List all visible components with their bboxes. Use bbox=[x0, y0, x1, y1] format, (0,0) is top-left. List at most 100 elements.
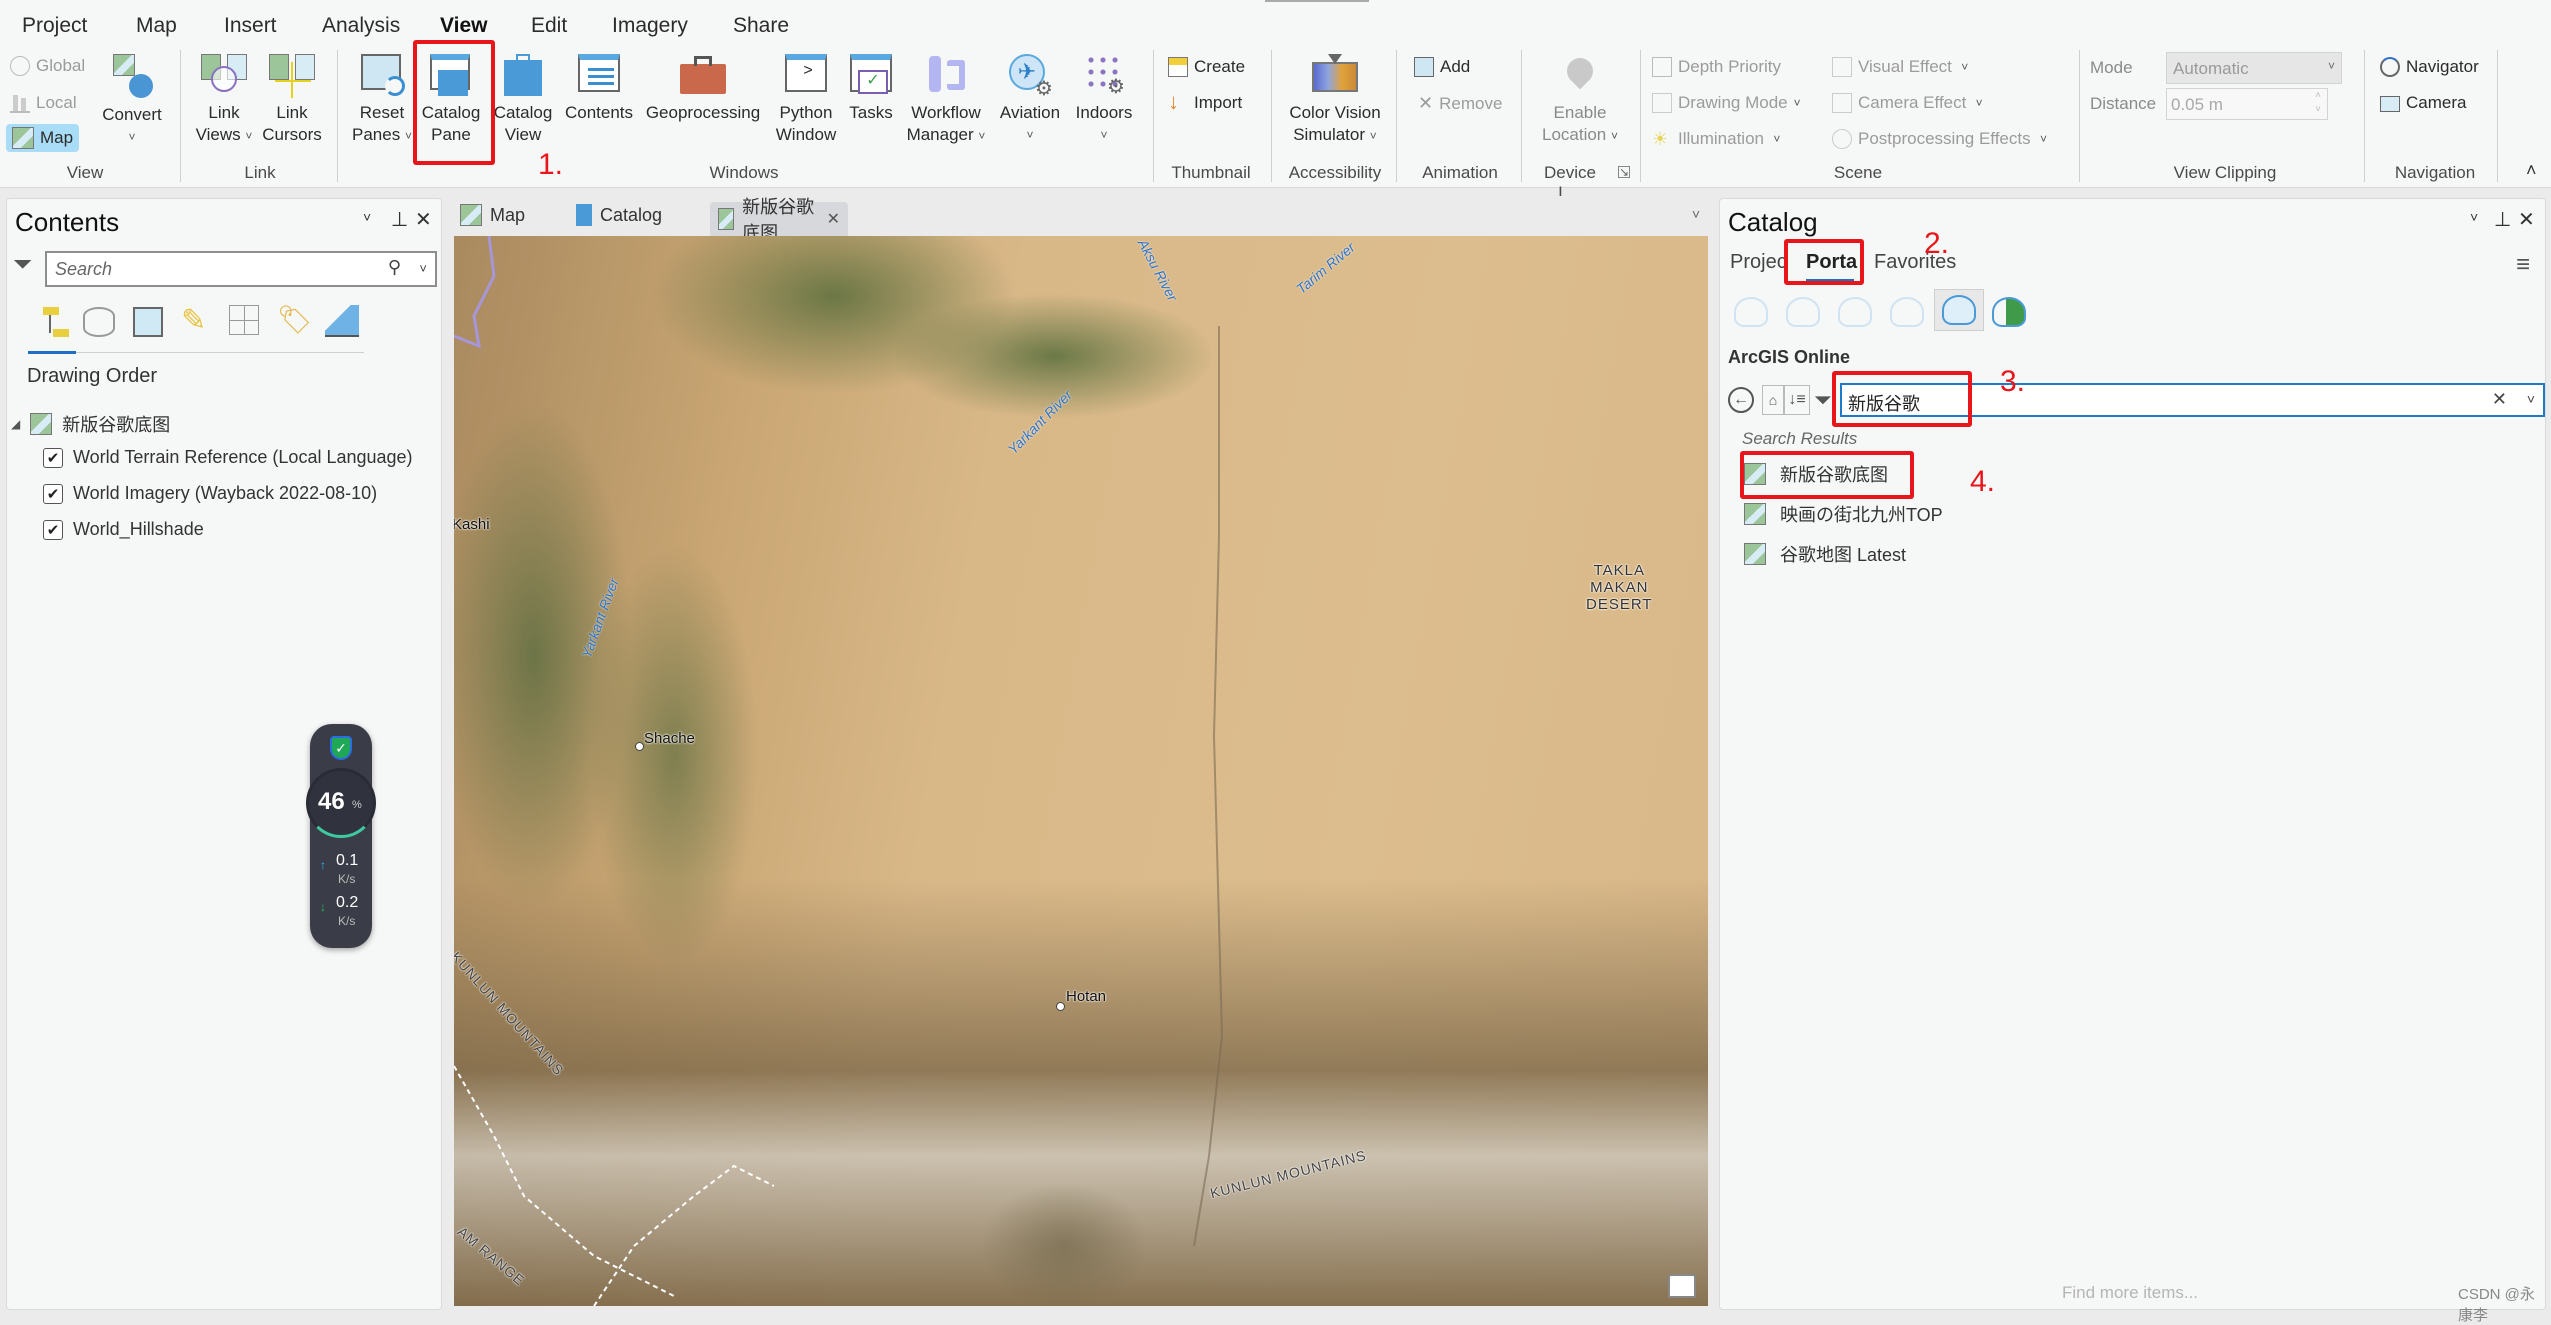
list-by-labeling-icon[interactable]: 🏷 bbox=[277, 303, 313, 336]
drawing-mode-icon bbox=[1652, 93, 1672, 113]
create-thumbnail-icon bbox=[1168, 57, 1188, 77]
camera-button[interactable]: Camera bbox=[2380, 93, 2466, 113]
chevron-down-icon: ˅ bbox=[2327, 59, 2335, 73]
list-by-perspective-imagery-icon[interactable] bbox=[325, 305, 359, 337]
expand-triangle-icon[interactable]: ◢ bbox=[11, 417, 20, 431]
catalog-pane-button[interactable]: Catalog Pane bbox=[416, 52, 486, 146]
list-by-source-icon[interactable] bbox=[83, 307, 115, 337]
layer-row[interactable]: ✔ World Imagery (Wayback 2022-08-10) bbox=[43, 483, 377, 504]
map-legend-toggle-icon[interactable] bbox=[1668, 1274, 1696, 1298]
illumination-label: Illumination bbox=[1678, 129, 1764, 148]
tab-analysis[interactable]: Analysis bbox=[322, 14, 400, 38]
group-label-link: Link bbox=[244, 163, 276, 182]
view-tab-map[interactable]: Map bbox=[460, 204, 525, 226]
catalog-search-input[interactable]: 新版谷歌 ✕ ˅ bbox=[1840, 383, 2545, 417]
usage-percent: 46 bbox=[318, 788, 345, 815]
python-window-button[interactable]: > Python Window bbox=[768, 52, 844, 146]
layer-row[interactable]: ✔ World_Hillshade bbox=[43, 519, 204, 540]
color-vision-simulator-button[interactable]: Color Vision Simulator ˅ bbox=[1280, 52, 1390, 147]
pane-options-chevron-icon[interactable]: ˅ bbox=[2470, 209, 2478, 225]
find-more-items-link[interactable]: Find more items... bbox=[2062, 1283, 2198, 1303]
hamburger-menu-icon[interactable]: ≡ bbox=[2516, 251, 2530, 279]
layer-visibility-checkbox[interactable]: ✔ bbox=[43, 519, 63, 540]
tab-imagery[interactable]: Imagery bbox=[612, 14, 688, 38]
workflow-manager-button[interactable]: Workflow Manager ˅ bbox=[898, 52, 994, 147]
navigator-button[interactable]: Navigator bbox=[2380, 57, 2479, 77]
catalog-view-button[interactable]: Catalog View bbox=[488, 52, 558, 146]
search-result-name: 映画の街北九州TOP bbox=[1780, 505, 1943, 525]
view-tab-catalog[interactable]: Catalog bbox=[576, 204, 662, 226]
tab-project[interactable]: Project bbox=[22, 14, 87, 38]
layer-visibility-checkbox[interactable]: ✔ bbox=[43, 447, 63, 468]
search-history-chevron-icon[interactable]: ˅ bbox=[2527, 391, 2535, 407]
list-by-drawing-order-icon[interactable] bbox=[35, 305, 69, 339]
close-tab-icon[interactable]: ✕ bbox=[827, 209, 840, 229]
network-speed-widget[interactable]: ✓ 46 % ↑ 0.1 K/s ↓ 0.2 K/s bbox=[306, 724, 376, 948]
layer-name: World Imagery (Wayback 2022-08-10) bbox=[73, 483, 378, 503]
tab-insert[interactable]: Insert bbox=[224, 14, 277, 38]
list-by-snapping-icon[interactable] bbox=[229, 305, 259, 335]
map-node[interactable]: ◢ 新版谷歌底图 bbox=[11, 411, 170, 437]
link-cursors-button[interactable]: Link Cursors bbox=[258, 52, 326, 146]
search-options-chevron-icon[interactable]: ˅ bbox=[419, 261, 427, 276]
clear-search-icon[interactable]: ✕ bbox=[2492, 389, 2507, 410]
aviation-button[interactable]: ✈ ⚙ Aviation ˅ bbox=[992, 52, 1068, 146]
contents-button[interactable]: Contents bbox=[558, 52, 640, 124]
search-result-item[interactable]: 谷歌地图 Latest bbox=[1744, 541, 1906, 567]
living-atlas-cloud-icon[interactable] bbox=[1992, 297, 2026, 327]
pane-options-chevron-icon[interactable]: ˅ bbox=[363, 209, 371, 225]
map-icon bbox=[30, 413, 53, 435]
contents-search-input[interactable]: Search ⚲ ˅ bbox=[45, 251, 437, 287]
dialog-launcher-icon[interactable]: ↘ bbox=[1618, 166, 1630, 178]
map-canvas[interactable]: Kashi Shache Hotan TAKLA MAKAN DESERT Aksu… bbox=[454, 236, 1708, 1306]
enable-location-button: Enable Location ˅ bbox=[1530, 52, 1630, 147]
reset-panes-button[interactable]: Reset Panes ˅ bbox=[350, 52, 414, 147]
active-view-indicator bbox=[28, 351, 76, 354]
view-tab-active-map[interactable]: 新版谷歌底图 ✕ bbox=[710, 197, 848, 243]
layer-visibility-checkbox[interactable]: ✔ bbox=[43, 483, 63, 504]
arcgis-online-cloud-icon[interactable] bbox=[1942, 295, 1976, 325]
my-organization-cloud-icon[interactable] bbox=[1890, 297, 1924, 327]
camera-icon bbox=[2380, 96, 2400, 112]
catalog-tab-portal[interactable]: Porta bbox=[1806, 251, 1857, 274]
catalog-tab-project[interactable]: Projec bbox=[1730, 251, 1787, 274]
list-by-selection-icon[interactable] bbox=[133, 307, 163, 337]
indoors-button[interactable]: ⚙ Indoors ˅ bbox=[1068, 52, 1140, 146]
sort-icon[interactable]: ↓≡ bbox=[1784, 385, 1810, 415]
pin-icon[interactable]: ⊥ bbox=[2494, 207, 2511, 232]
tab-map[interactable]: Map bbox=[136, 14, 177, 38]
tasks-button[interactable]: ✓ Tasks bbox=[846, 52, 896, 124]
city-marker-shache bbox=[635, 742, 644, 751]
map-view-button[interactable]: Map bbox=[6, 124, 80, 152]
my-groups-cloud-icon[interactable] bbox=[1838, 297, 1872, 327]
layer-row[interactable]: ✔ World Terrain Reference (Local Languag… bbox=[43, 447, 413, 468]
tab-view[interactable]: View bbox=[440, 14, 487, 38]
back-arrow-icon[interactable]: ← bbox=[1728, 387, 1754, 413]
tabs-overflow-chevron-icon[interactable]: ˅ bbox=[1692, 206, 1700, 222]
close-icon[interactable]: ✕ bbox=[415, 207, 432, 232]
my-favorites-cloud-icon[interactable] bbox=[1786, 297, 1820, 327]
add-animation-button[interactable]: Add bbox=[1414, 57, 1470, 77]
import-thumbnail-button[interactable]: ↓ Import bbox=[1168, 91, 1242, 113]
link-views-button[interactable]: Link Views ˅ bbox=[190, 52, 258, 147]
search-result-item[interactable]: 新版谷歌底图 bbox=[1744, 461, 1888, 487]
close-icon[interactable]: ✕ bbox=[2518, 207, 2535, 232]
workflow-label-2: Manager bbox=[906, 125, 974, 144]
collapse-ribbon-icon[interactable]: ˄ bbox=[2526, 160, 2537, 181]
search-result-item[interactable]: 映画の街北九州TOP bbox=[1744, 501, 1943, 527]
map-icon bbox=[460, 204, 482, 226]
pin-icon[interactable]: ⊥ bbox=[391, 207, 408, 232]
local-label: Local bbox=[36, 93, 77, 112]
list-by-editing-icon[interactable]: ✎ bbox=[181, 303, 206, 338]
filter-icon[interactable]: ⏷ bbox=[13, 251, 32, 279]
tab-share[interactable]: Share bbox=[733, 14, 789, 38]
geoprocessing-button[interactable]: Geoprocessing bbox=[640, 52, 766, 124]
convert-button[interactable]: Convert ˅ bbox=[96, 54, 168, 148]
filter-icon[interactable]: ⏷ bbox=[1814, 387, 1832, 413]
create-thumbnail-button[interactable]: Create bbox=[1168, 57, 1245, 77]
home-icon[interactable]: ⌂ bbox=[1762, 385, 1784, 415]
search-icon[interactable]: ⚲ bbox=[388, 257, 401, 278]
my-content-cloud-icon[interactable] bbox=[1734, 297, 1768, 327]
city-label-hotan: Hotan bbox=[1066, 988, 1107, 1005]
tab-edit[interactable]: Edit bbox=[531, 14, 567, 38]
